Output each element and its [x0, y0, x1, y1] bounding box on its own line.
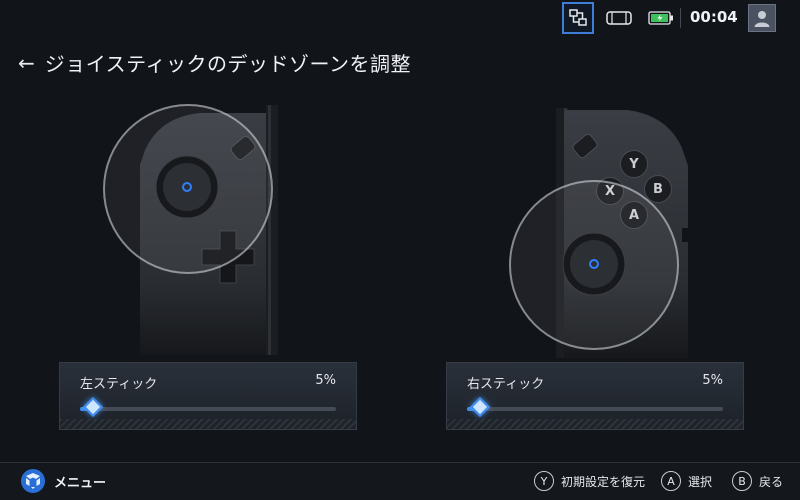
controller-icon[interactable]: [603, 2, 635, 34]
right-deadzone-slider-thumb[interactable]: [469, 397, 490, 417]
network-icon[interactable]: [562, 2, 594, 34]
page-title: ジョイスティックのデッドゾーンを調整: [44, 52, 411, 76]
hint-select[interactable]: A 選択: [661, 471, 712, 491]
right-deadzone-slider-track[interactable]: [467, 397, 723, 417]
status-divider: [680, 8, 681, 28]
hint-back[interactable]: B 戻る: [732, 471, 783, 491]
b-key-icon: B: [732, 471, 752, 491]
left-stick-deadzone-panel[interactable]: 左スティック 5%: [59, 362, 357, 430]
back-arrow-icon[interactable]: ←: [18, 51, 35, 75]
hint-label: 選択: [688, 474, 713, 489]
battery-charging-icon: [645, 2, 677, 34]
hint-restore-defaults[interactable]: Y 初期設定を復元: [534, 471, 645, 491]
a-key-icon: A: [661, 471, 681, 491]
left-deadzone-slider-thumb[interactable]: [82, 397, 103, 417]
y-button: Y: [620, 150, 648, 178]
left-stick: [155, 155, 219, 219]
right-stick: [562, 232, 626, 296]
clock: 00:04: [690, 8, 738, 26]
right-stick-deadzone-panel[interactable]: 右スティック 5%: [446, 362, 744, 430]
right-stick-label: 右スティック: [467, 377, 545, 392]
y-key-icon: Y: [534, 471, 554, 491]
page-header: ← ジョイスティックのデッドゾーンを調整: [18, 48, 411, 77]
left-deadzone-slider-track[interactable]: [80, 397, 336, 417]
user-avatar-icon[interactable]: [748, 4, 776, 32]
menu-label: メニュー: [54, 475, 107, 491]
bottom-bar: メニュー Y 初期設定を復元 A 選択 B 戻る: [0, 462, 800, 500]
hint-label: 初期設定を復元: [561, 474, 646, 489]
left-stick-value: 5%: [315, 373, 336, 388]
menu-logo-icon: [21, 469, 45, 493]
left-stick-label: 左スティック: [80, 377, 158, 392]
hint-label: 戻る: [759, 474, 784, 489]
menu-button[interactable]: メニュー: [20, 468, 106, 494]
right-stick-value: 5%: [702, 373, 723, 388]
